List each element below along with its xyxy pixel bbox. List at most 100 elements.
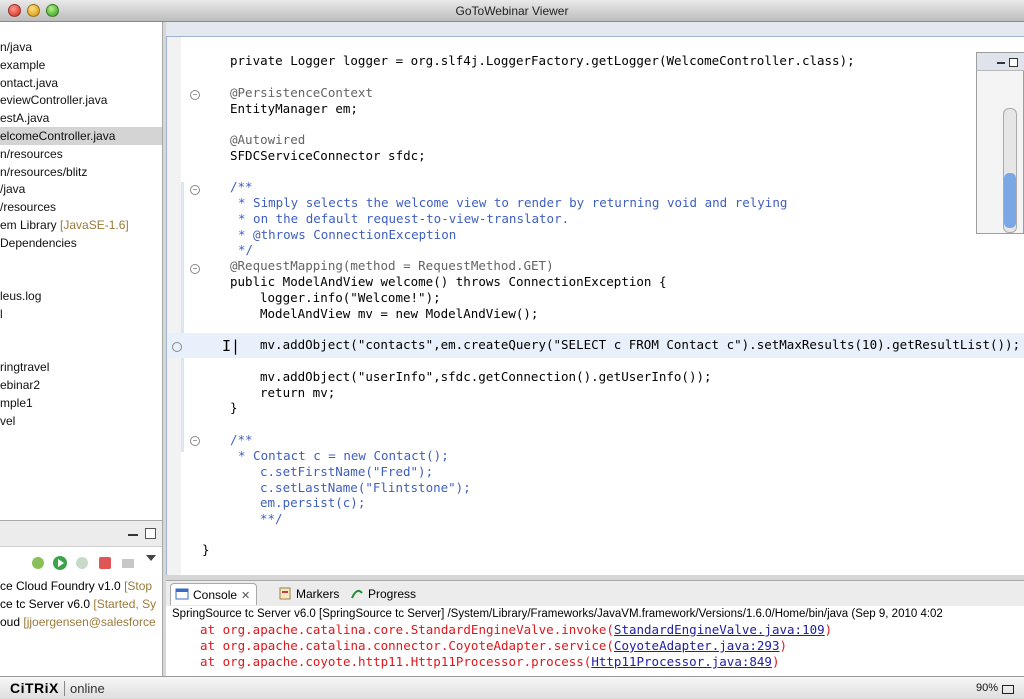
stacktrace-link[interactable]: StandardEngineValve.java:109 (614, 622, 825, 637)
profile-server-icon[interactable] (74, 555, 90, 571)
code-line: } (230, 400, 238, 415)
explorer-tree-item[interactable]: em Library [JavaSE-1.6] (0, 216, 162, 234)
code-line: /** (230, 179, 253, 194)
markers-icon (279, 587, 291, 600)
console-line: at org.apache.coyote.http11.Http11Proces… (200, 654, 780, 669)
fold-collapse-icon[interactable]: − (190, 436, 200, 446)
explorer-tree-item[interactable]: Dependencies (0, 234, 162, 252)
code-line: * @throws ConnectionException (238, 227, 457, 242)
explorer-tree-item[interactable]: elcomeController.java (0, 127, 162, 145)
code-line: @Autowired (230, 132, 306, 147)
publish-icon[interactable] (120, 555, 136, 571)
minimize-view-icon[interactable] (128, 534, 138, 536)
server-row[interactable]: oud [jjoergensen@salesforce (0, 613, 162, 631)
explorer-item-label: /java (0, 182, 26, 197)
code-line: } (202, 542, 210, 557)
explorer-tree-item[interactable]: eviewController.java (0, 91, 162, 109)
console-line: at org.apache.catalina.core.StandardEngi… (200, 622, 832, 637)
code-line: ModelAndView mv = new ModelAndView(); (260, 306, 539, 321)
code-line: public ModelAndView welcome() throws Con… (230, 274, 667, 289)
window-titlebar: GoToWebinar Viewer (0, 0, 1024, 22)
console-line-text: ) (771, 654, 780, 669)
explorer-item-label: eviewController.java (0, 93, 108, 108)
explorer-tree-item[interactable] (0, 252, 162, 270)
explorer-item-label: Dependencies (0, 235, 77, 250)
console-line-text: at org.apache.catalina.core.StandardEngi… (200, 622, 614, 637)
explorer-tree-item[interactable]: /java (0, 180, 162, 198)
explorer-tree-item[interactable]: n/java (0, 38, 162, 56)
stop-server-icon[interactable] (97, 555, 113, 571)
tab-progress[interactable]: Progress (346, 583, 422, 605)
code-line: em.persist(c); (260, 495, 366, 510)
citrix-logo: CiTRiX (10, 680, 59, 696)
code-line: logger.info("Welcome!"); (260, 290, 441, 305)
outline-view-header (977, 53, 1024, 71)
explorer-item-label: ringtravel (0, 360, 50, 375)
server-name: ce tc Server v6.0 (0, 597, 94, 611)
code-line: private Logger logger = org.slf4j.Logger… (230, 53, 855, 68)
explorer-tree-item[interactable]: example (0, 56, 162, 74)
tab-markers[interactable]: Markers (274, 583, 345, 605)
explorer-tree-item[interactable]: leus.log (0, 287, 162, 305)
code-line: /** (230, 432, 253, 447)
code-line: SFDCServiceConnector sfdc; (230, 148, 426, 163)
explorer-tree-item[interactable]: ontact.java (0, 74, 162, 92)
start-server-icon[interactable] (52, 555, 68, 571)
editor-ruler (167, 37, 181, 575)
explorer-tree-item[interactable] (0, 269, 162, 287)
explorer-item-label: ontact.java (0, 75, 59, 90)
tab-console-label: Console (193, 588, 238, 602)
change-bar (181, 182, 184, 452)
servers-toolbar (0, 548, 162, 578)
debug-server-icon[interactable] (30, 555, 46, 571)
text-cursor-icon: I| (222, 337, 241, 355)
stacktrace-link[interactable]: CoyoteAdapter.java:293 (614, 638, 780, 653)
code-line: EntityManager em; (230, 101, 358, 116)
explorer-item-label: n/java (0, 40, 33, 54)
explorer-item-label: estA.java (0, 111, 50, 126)
package-explorer: n/java example ontact.java eviewController.… (0, 22, 163, 520)
server-row[interactable]: ce Cloud Foundry v1.0 [Stop (0, 577, 162, 595)
progress-icon (351, 589, 363, 599)
editor-tab-strip (166, 22, 1024, 36)
explorer-tree-item[interactable]: ringtravel (0, 358, 162, 376)
console-line-text: at org.apache.coyote.http11.Http11Proces… (200, 654, 592, 669)
minimize-view-icon[interactable] (997, 62, 1005, 64)
explorer-item-label: ebinar2 (0, 378, 41, 393)
explorer-tree-item[interactable] (0, 341, 162, 359)
console-process-header: SpringSource tc Server v6.0 [SpringSourc… (172, 608, 943, 620)
fullscreen-icon[interactable] (1002, 685, 1014, 694)
explorer-tree-item[interactable]: l (0, 305, 162, 323)
fold-collapse-icon[interactable]: − (190, 264, 200, 274)
console-output[interactable]: SpringSource tc Server v6.0 [SpringSourc… (166, 606, 1024, 676)
console-tab-bar: Console ✕ Markers Progress (166, 580, 1024, 606)
explorer-tree-item[interactable]: /resources (0, 198, 162, 216)
explorer-tree-item[interactable]: n/resources/blitz (0, 163, 162, 181)
maximize-view-icon[interactable] (1009, 58, 1018, 67)
fold-collapse-icon[interactable]: − (190, 185, 200, 195)
code-line: c.setFirstName("Fred"); (260, 464, 434, 479)
stacktrace-link[interactable]: Http11Processor.java:849 (591, 654, 772, 669)
breakpoint-marker-icon[interactable] (172, 342, 182, 352)
fold-collapse-icon[interactable]: − (190, 90, 200, 100)
explorer-item-label: elcomeController.java (0, 129, 116, 143)
explorer-tree-item[interactable]: mple1 (0, 394, 162, 412)
code-line: * on the default request-to-view-transla… (238, 211, 570, 226)
console-icon (175, 588, 189, 600)
explorer-tree-item[interactable]: estA.java (0, 109, 162, 127)
explorer-tree-item[interactable]: vel (0, 412, 162, 430)
close-tab-icon[interactable]: ✕ (241, 590, 250, 602)
outline-scroll-thumb[interactable] (1004, 173, 1016, 228)
zoom-level[interactable]: 90% (976, 682, 998, 694)
explorer-item-label: mple1 (0, 396, 33, 410)
explorer-tree-item[interactable] (0, 323, 162, 341)
code-line: return mv; (260, 385, 336, 400)
explorer-tree-item[interactable]: ebinar2 (0, 376, 162, 394)
tab-console[interactable]: Console ✕ (170, 583, 258, 605)
server-row[interactable]: ce tc Server v6.0 [Started, Sy (0, 595, 162, 613)
view-menu-icon[interactable] (145, 553, 157, 563)
maximize-view-icon[interactable] (145, 528, 156, 539)
explorer-tree-item[interactable]: n/resources (0, 145, 162, 163)
console-line-text: at org.apache.catalina.connector.CoyoteA… (200, 638, 614, 653)
server-status: [Started, Sy (93, 597, 157, 611)
